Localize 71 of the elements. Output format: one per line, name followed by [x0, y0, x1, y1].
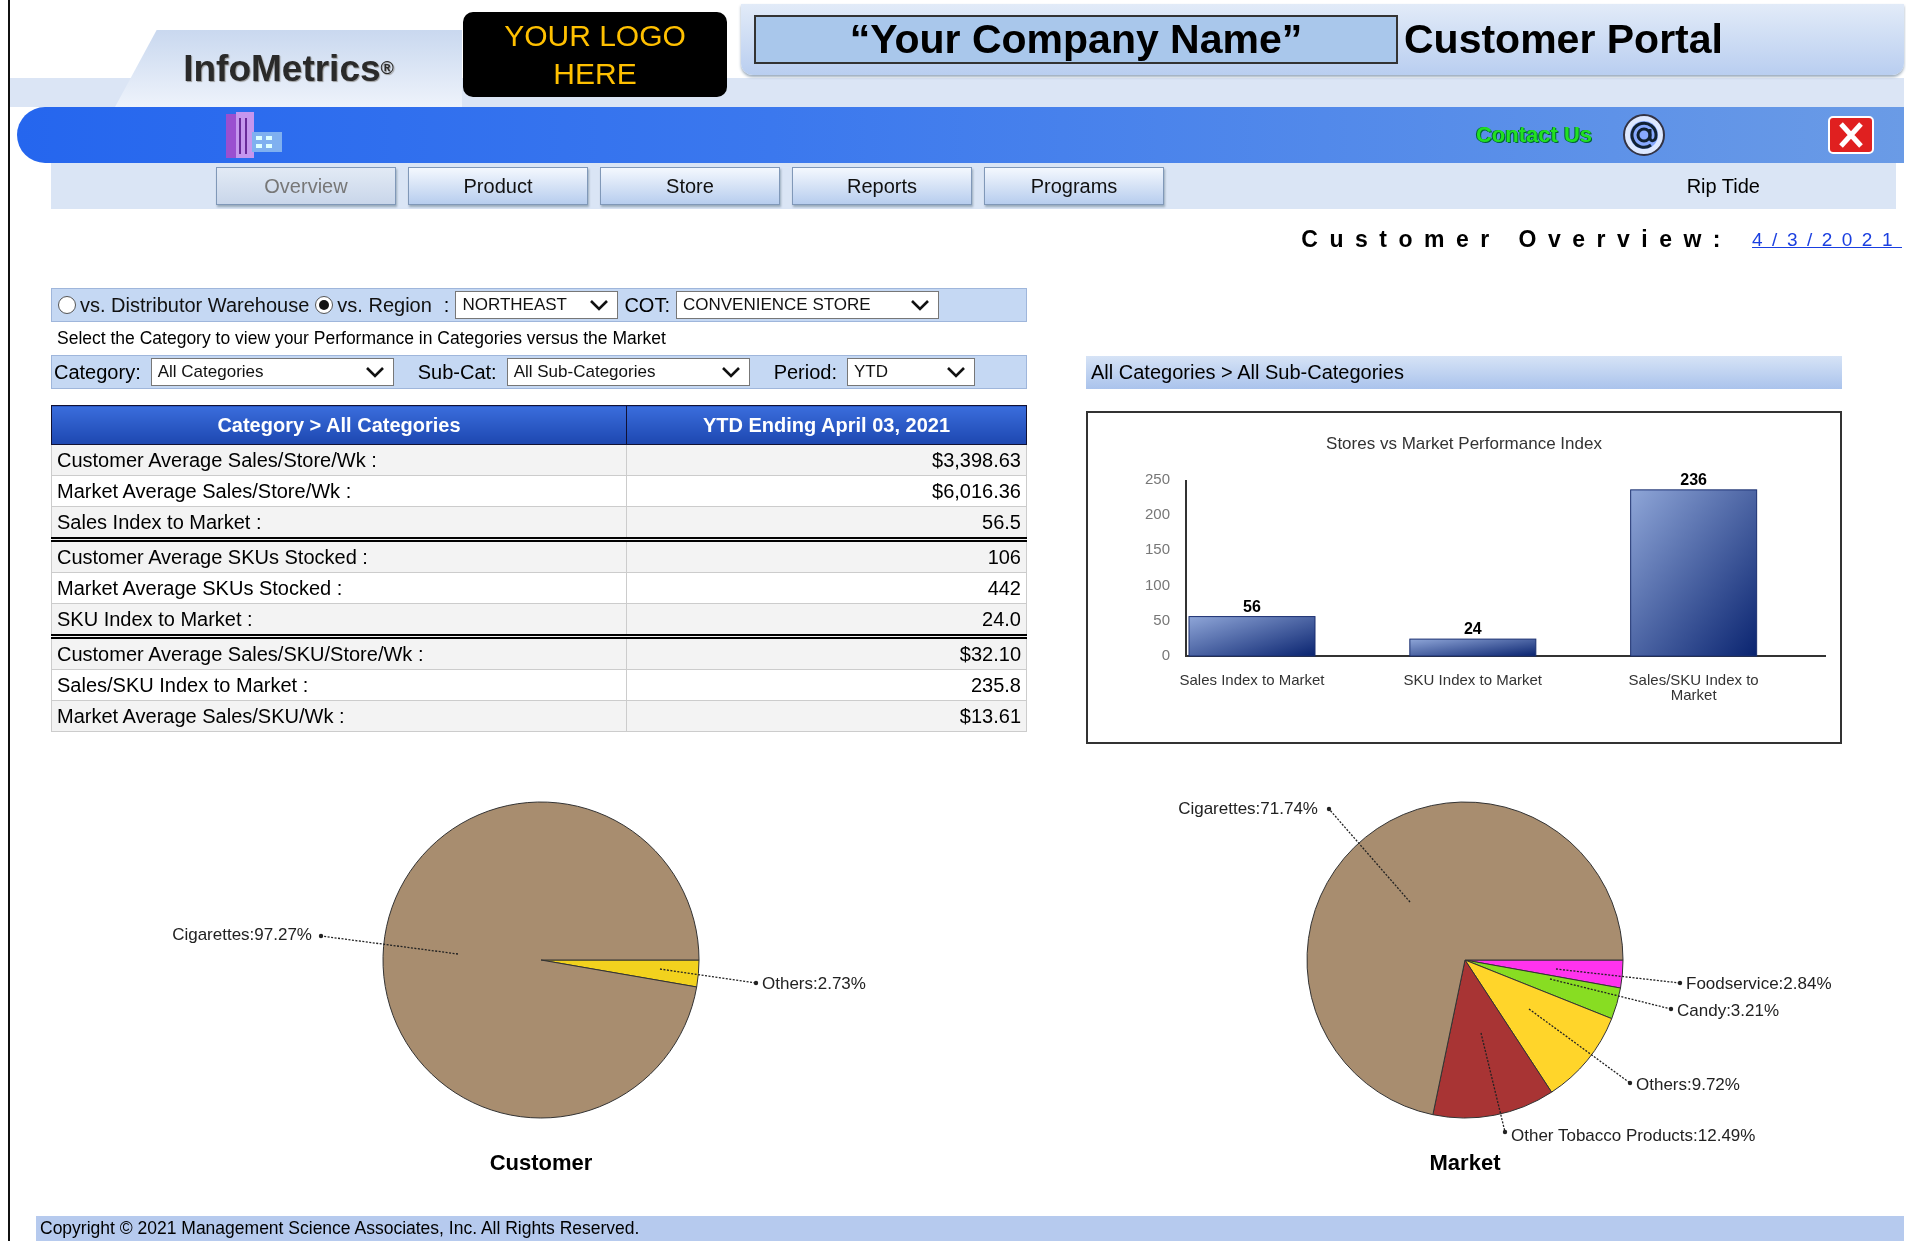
- bar-value-label: 236: [1680, 470, 1707, 488]
- brand-logo: InfoMetrics$^{®}$: [115, 30, 462, 107]
- metric-label: Sales/SKU Index to Market :: [51, 669, 627, 701]
- metric-value: 106: [626, 539, 1027, 573]
- cot-dropdown[interactable]: CONVENIENCE STORE: [675, 291, 939, 319]
- axis-tick-label: 150: [1144, 540, 1170, 558]
- close-icon[interactable]: [1828, 116, 1874, 154]
- cot-label: COT:: [624, 293, 670, 317]
- metric-label: Customer Average Sales/Store/Wk :: [51, 444, 627, 476]
- logo-banner: YOUR LOGO HERE: [463, 12, 727, 97]
- nav-tab[interactable]: Reports: [792, 167, 972, 205]
- slice-label: Cigarettes:97.27%: [172, 925, 312, 944]
- metric-label: Customer Average SKUs Stocked :: [51, 539, 627, 573]
- chevron-icon: [589, 298, 610, 312]
- axis-tick-label: 250: [1144, 469, 1170, 487]
- comparison-radio[interactable]: vs. Distributor Warehouse: [58, 293, 310, 317]
- axis-tick-label: 200: [1144, 505, 1170, 523]
- period-dropdown[interactable]: YTD: [847, 358, 976, 386]
- metric-value: $6,016.36: [626, 475, 1027, 507]
- user-name: Rip Tide: [1686, 174, 1760, 198]
- slice-label: Candy:3.21%: [1677, 1001, 1780, 1020]
- nav-tab[interactable]: Programs: [984, 167, 1164, 205]
- chart-title: Market: [1429, 1150, 1501, 1175]
- region-dropdown[interactable]: NORTHEAST: [455, 291, 619, 319]
- instruction-text: Select the Category to view your Performance in Categories versus the Market: [56, 327, 667, 350]
- slice-label: Others:9.72%: [1636, 1075, 1740, 1094]
- date-link[interactable]: 4/3/2021: [1752, 228, 1902, 251]
- metric-label: Customer Average Sales/SKU/Store/Wk :: [51, 636, 627, 670]
- category-dropdown[interactable]: All Categories: [150, 358, 394, 386]
- slice-label: Other Tobacco Products:12.49%: [1511, 1126, 1756, 1145]
- bar-value-label: 56: [1243, 597, 1261, 615]
- chevron-icon: [364, 365, 385, 379]
- category-label: Sales Index to Market: [1179, 671, 1325, 688]
- separator-label: :: [443, 293, 450, 317]
- bar-value-label: 24: [1463, 620, 1482, 638]
- slice-label: Foodservice:2.84%: [1686, 974, 1832, 993]
- category-label: Sales/SKU Index to Market: [1628, 671, 1759, 703]
- subcategory-label: Sub-Cat:: [417, 360, 497, 384]
- subcategory-dropdown[interactable]: All Sub-Categories: [506, 358, 750, 386]
- company-name: “Your Company Name”: [754, 15, 1398, 64]
- copyright-text: Copyright © 2021 Management Science Associates, Inc. All Rights Reserved.: [40, 1218, 640, 1238]
- period-label: Period:: [773, 360, 838, 384]
- slice-label: Cigarettes:71.74%: [1178, 799, 1318, 818]
- axis-tick-label: 0: [1161, 645, 1170, 663]
- metric-value: $3,398.63: [626, 444, 1027, 476]
- category-label: Category:: [54, 360, 141, 384]
- chevron-icon: [909, 298, 930, 312]
- metric-label: Market Average SKUs Stocked :: [51, 572, 627, 604]
- metric-label: Market Average Sales/Store/Wk :: [51, 475, 627, 507]
- nav-tab[interactable]: Store: [600, 167, 780, 205]
- chevron-icon: [946, 365, 967, 379]
- email-icon[interactable]: [1622, 113, 1666, 157]
- axis-tick-label: 100: [1144, 575, 1170, 593]
- axis-tick-label: 50: [1153, 610, 1170, 628]
- column-header: YTD Ending April 03, 2021: [626, 405, 1027, 445]
- column-header: Category > All Categories: [51, 405, 627, 445]
- breadcrumb-bar: All Categories > All Sub-Categories: [1086, 356, 1842, 389]
- category-label: SKU Index to Market: [1403, 671, 1543, 688]
- portal-title: Customer Portal: [1404, 16, 1723, 63]
- nav-tab[interactable]: Product: [408, 167, 588, 205]
- chart-title: Stores vs Market Performance Index: [1326, 434, 1602, 453]
- chevron-icon: [720, 365, 741, 379]
- chart-title: Customer: [489, 1150, 593, 1175]
- metric-value: 235.8: [626, 669, 1027, 701]
- slice-label: Others:2.73%: [762, 974, 866, 993]
- metric-value: $13.61: [626, 700, 1027, 732]
- metric-value: $32.10: [626, 636, 1027, 670]
- page-title: Customer Overview:: [1301, 226, 1733, 253]
- comparison-radio[interactable]: vs. Region: [315, 293, 432, 317]
- metric-value: 442: [626, 572, 1027, 604]
- metric-label: Market Average Sales/SKU/Wk :: [51, 700, 627, 732]
